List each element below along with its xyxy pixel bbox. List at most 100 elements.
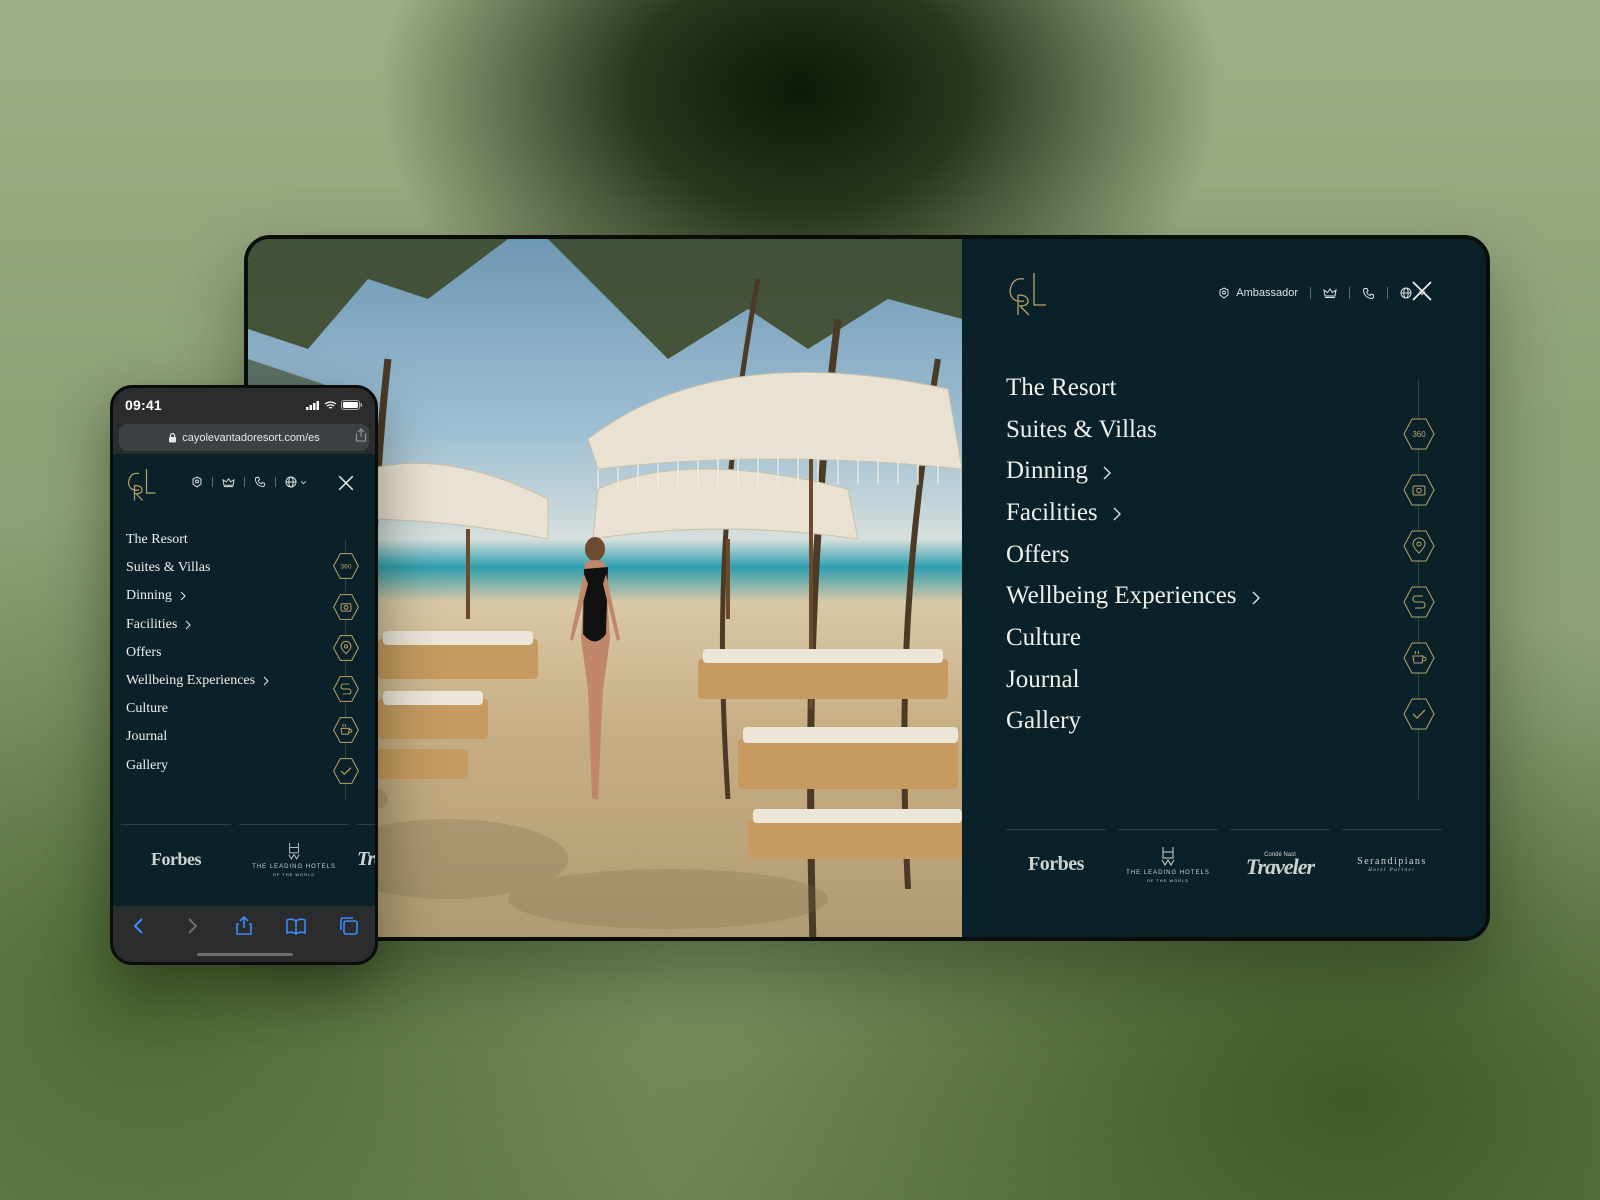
- utility-bar: [191, 476, 307, 488]
- serandipians-wordmark: Serandipians: [1357, 855, 1427, 867]
- chevron-right-icon: [185, 620, 192, 630]
- camera-icon[interactable]: [332, 593, 360, 621]
- menu-item-label: Wellbeing Experiences: [126, 673, 256, 689]
- menu-item-suites-villas[interactable]: Suites & Villas: [126, 554, 269, 582]
- chevron-right-icon: [263, 676, 269, 686]
- menu-item-label: Culture: [126, 701, 168, 717]
- menu-item-gallery[interactable]: Gallery: [126, 752, 269, 780]
- checkmark-icon[interactable]: [1402, 697, 1436, 731]
- share-icon[interactable]: [355, 428, 367, 442]
- lhw-monogram-icon: [288, 843, 300, 860]
- camera-icon[interactable]: [1402, 473, 1436, 507]
- divider: [1349, 287, 1350, 299]
- checkmark-icon[interactable]: [332, 757, 360, 785]
- ambassador-label: Ambassador: [1236, 287, 1298, 299]
- menu-item-wellbeing-experiences[interactable]: Wellbeing Experiences: [126, 667, 269, 695]
- menu-item-wellbeing-experiences[interactable]: Wellbeing Experiences: [1006, 575, 1261, 617]
- tabs-icon[interactable]: [337, 914, 361, 938]
- menu-item-label: The Resort: [1006, 373, 1117, 401]
- menu-item-label: Gallery: [1006, 707, 1081, 735]
- chevron-right-icon: [1103, 466, 1111, 480]
- status-time: 09:41: [125, 397, 162, 413]
- lock-icon: [169, 432, 177, 443]
- resort-logo-icon[interactable]: [124, 466, 160, 502]
- menu-item-culture[interactable]: Culture: [1006, 617, 1261, 659]
- share-icon[interactable]: [232, 914, 256, 938]
- menu-item-label: The Resort: [126, 532, 188, 548]
- menu-item-facilities[interactable]: Facilities: [126, 611, 269, 639]
- menu-item-label: Suites & Villas: [1006, 415, 1157, 443]
- route-icon[interactable]: [332, 675, 360, 703]
- menu-item-label: Dinning: [126, 588, 172, 604]
- back-icon[interactable]: [127, 914, 151, 938]
- lhw-line-1: THE LEADING HOTELS: [252, 863, 336, 870]
- serandipians-logo: Serandipians Hotel Partner: [1342, 829, 1442, 899]
- menu-item-label: Facilities: [126, 616, 178, 632]
- menu-item-label: Journal: [1006, 665, 1080, 693]
- language-selector[interactable]: [285, 476, 307, 488]
- map-pin-icon[interactable]: [1402, 529, 1436, 563]
- 360-view-icon[interactable]: 360: [1402, 417, 1436, 451]
- menu-item-offers[interactable]: Offers: [1006, 534, 1261, 576]
- close-menu-button[interactable]: [337, 474, 355, 492]
- phone-icon[interactable]: [1362, 287, 1375, 300]
- partner-logos: Forbes THE LEADING HOTELS OF THE WORLD T…: [113, 824, 375, 894]
- coffee-cup-icon[interactable]: [1402, 641, 1436, 675]
- 360-label: 360: [341, 563, 352, 570]
- main-menu: The Resort Suites & Villas Dinning Facil…: [1006, 367, 1261, 742]
- menu-item-dinning[interactable]: Dinning: [126, 582, 269, 610]
- phone-icon[interactable]: [254, 476, 266, 488]
- menu-item-culture[interactable]: Culture: [126, 695, 269, 723]
- divider: [1310, 287, 1311, 299]
- chevron-right-icon: [1113, 507, 1121, 521]
- menu-item-the-resort[interactable]: The Resort: [126, 526, 269, 554]
- navigation-menu-panel: Ambassador The Resort Suites & Villas Di…: [962, 239, 1486, 937]
- divider: [244, 477, 245, 487]
- main-menu: The Resort Suites & Villas Dinning Facil…: [126, 526, 269, 780]
- ambassador-link[interactable]: Ambassador: [1218, 287, 1298, 299]
- menu-item-facilities[interactable]: Facilities: [1006, 492, 1261, 534]
- traveler-wordmark: Traveler: [1245, 853, 1315, 879]
- serandipians-mark: Serandipians Hotel Partner: [1357, 856, 1427, 874]
- menu-item-label: Offers: [126, 644, 162, 660]
- menu-item-label: Suites & Villas: [126, 560, 211, 576]
- forbes-wordmark: Forbes: [151, 849, 202, 869]
- wifi-icon: [324, 400, 337, 409]
- status-bar: 09:41: [113, 388, 375, 422]
- resort-logo-icon[interactable]: [1004, 269, 1052, 317]
- status-icons: [306, 400, 363, 410]
- utility-bar: Ambassador: [1218, 279, 1426, 307]
- address-bar[interactable]: cayolevantadoresort.com/es: [119, 424, 369, 451]
- menu-item-offers[interactable]: Offers: [126, 639, 269, 667]
- crown-icon[interactable]: [222, 477, 235, 488]
- forbes-wordmark: Forbes: [1028, 853, 1084, 875]
- crown-icon[interactable]: [1323, 287, 1337, 299]
- menu-item-suites-villas[interactable]: Suites & Villas: [1006, 409, 1261, 451]
- menu-item-gallery[interactable]: Gallery: [1006, 701, 1261, 743]
- coffee-cup-icon[interactable]: [332, 716, 360, 744]
- divider: [275, 477, 276, 487]
- menu-item-journal[interactable]: Journal: [126, 723, 269, 751]
- 360-view-icon[interactable]: 360: [332, 552, 360, 580]
- forward-icon[interactable]: [180, 914, 204, 938]
- menu-item-label: Journal: [126, 729, 168, 745]
- menu-item-dinning[interactable]: Dinning: [1006, 450, 1261, 492]
- menu-item-the-resort[interactable]: The Resort: [1006, 367, 1261, 409]
- menu-item-journal[interactable]: Journal: [1006, 659, 1261, 701]
- route-icon[interactable]: [1402, 585, 1436, 619]
- leading-hotels-logo: THE LEADING HOTELS OF THE WORLD: [239, 824, 349, 894]
- lhw-line-2: OF THE WORLD: [272, 871, 316, 877]
- lhw-mark: THE LEADING HOTELS OF THE WORLD: [1126, 846, 1210, 883]
- traveler-logo: Condé Nast Traveler: [1230, 829, 1330, 899]
- lhw-line-2: OF THE WORLD: [1146, 877, 1190, 883]
- lhw-line-1: THE LEADING HOTELS: [1126, 869, 1210, 876]
- map-pin-icon[interactable]: [332, 634, 360, 662]
- bookmarks-icon[interactable]: [284, 914, 308, 938]
- serandipians-subline: Hotel Partner: [1368, 867, 1416, 873]
- 360-label: 360: [1412, 430, 1426, 439]
- divider: [1387, 287, 1388, 299]
- chevron-right-icon: [1252, 591, 1260, 605]
- ambassador-icon[interactable]: [191, 476, 203, 488]
- close-menu-button[interactable]: [1410, 279, 1434, 303]
- menu-item-label: Culture: [1006, 623, 1081, 651]
